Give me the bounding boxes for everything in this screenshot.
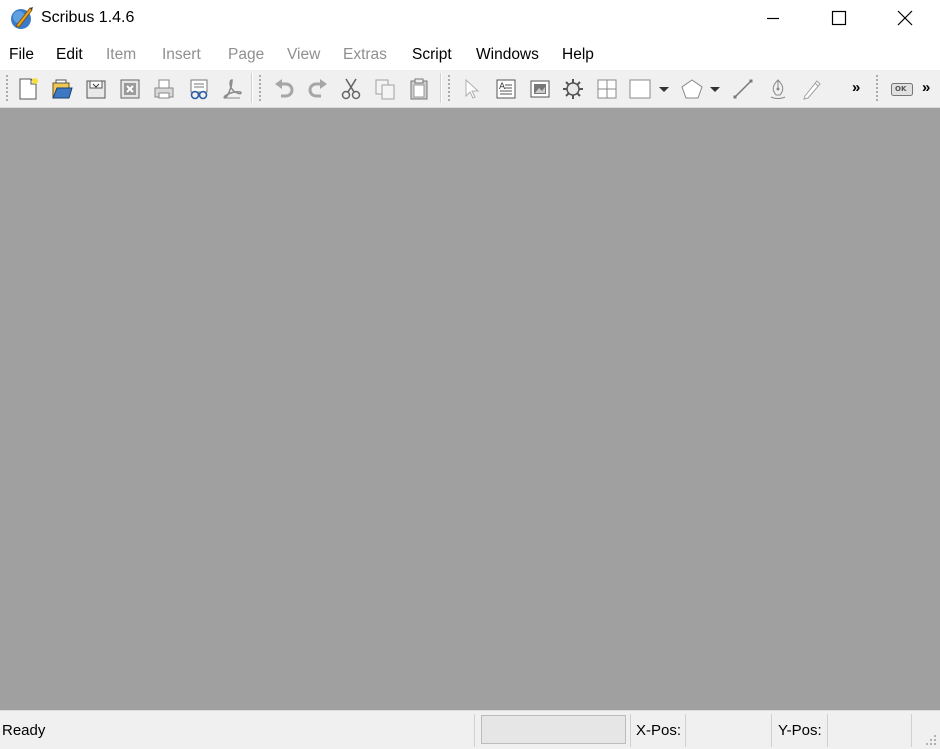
toolbar-grip[interactable]: [259, 74, 261, 102]
toolbar-grip[interactable]: [6, 74, 8, 102]
toolbar-separator: [440, 73, 442, 103]
status-separator: [474, 714, 475, 747]
y-pos-label: Y-Pos:: [778, 722, 822, 739]
toolbar-overflow-button[interactable]: »: [852, 79, 860, 96]
image-frame-icon[interactable]: [528, 77, 552, 101]
redo-icon[interactable]: [306, 77, 330, 101]
select-icon[interactable]: [460, 77, 484, 101]
menu-file[interactable]: File: [9, 46, 34, 64]
resize-grip-icon[interactable]: [925, 734, 937, 746]
save-icon[interactable]: [84, 77, 108, 101]
status-separator: [827, 714, 828, 747]
toolbar-overflow-button[interactable]: »: [922, 79, 930, 96]
status-separator: [771, 714, 772, 747]
main-toolbar: A » OK »: [0, 70, 940, 108]
paste-icon[interactable]: [407, 77, 431, 101]
undo-icon[interactable]: [272, 77, 296, 101]
toolbar-separator: [251, 73, 253, 103]
shape-dropdown-chevron-down-icon[interactable]: [656, 77, 672, 101]
minimize-icon: [767, 17, 779, 20]
maximize-icon: [831, 10, 847, 26]
preflight-verifier-icon[interactable]: [187, 77, 211, 101]
shape-icon[interactable]: [628, 77, 652, 101]
copy-icon[interactable]: [373, 77, 397, 101]
freehand-icon[interactable]: [800, 77, 824, 101]
ok-label: OK: [895, 85, 907, 93]
bezier-icon[interactable]: [766, 77, 790, 101]
polygon-icon[interactable]: [680, 77, 704, 101]
status-separator: [630, 714, 631, 747]
close-button[interactable]: [882, 0, 928, 36]
x-pos-label: X-Pos:: [636, 722, 682, 739]
maximize-button[interactable]: [816, 0, 862, 36]
status-separator: [911, 714, 912, 747]
print-icon[interactable]: [152, 77, 176, 101]
menu-help[interactable]: Help: [562, 46, 594, 64]
document-workspace[interactable]: [0, 108, 940, 710]
menu-windows[interactable]: Windows: [476, 46, 539, 64]
toolbar-grip[interactable]: [448, 74, 450, 102]
menu-edit[interactable]: Edit: [56, 46, 83, 64]
menu-insert[interactable]: Insert: [162, 46, 201, 64]
text-frame-icon[interactable]: A: [494, 77, 518, 101]
menu-extras[interactable]: Extras: [343, 46, 387, 64]
line-icon[interactable]: [731, 77, 755, 101]
open-icon[interactable]: [50, 77, 74, 101]
status-separator: [685, 714, 686, 747]
ok-icon[interactable]: OK: [890, 77, 914, 101]
minimize-button[interactable]: [750, 0, 796, 36]
menu-page[interactable]: Page: [228, 46, 264, 64]
polygon-dropdown-chevron-down-icon[interactable]: [707, 77, 723, 101]
new-document-icon[interactable]: [16, 77, 40, 101]
status-bar: Ready X-Pos: Y-Pos:: [0, 710, 940, 749]
window-title: Scribus 1.4.6: [41, 9, 135, 26]
menu-script[interactable]: Script: [412, 46, 452, 64]
close-icon: [897, 10, 913, 26]
save-as-pdf-icon[interactable]: [220, 77, 244, 101]
status-message: Ready: [2, 722, 46, 739]
progress-bar: [481, 715, 626, 744]
render-frame-icon[interactable]: [561, 77, 585, 101]
scribus-logo-icon: [10, 6, 34, 30]
close-document-icon[interactable]: [118, 77, 142, 101]
table-icon[interactable]: [595, 77, 619, 101]
menu-bar: File Edit Item Insert Page View Extras S…: [0, 40, 940, 68]
menu-view[interactable]: View: [287, 46, 320, 64]
toolbar-grip[interactable]: [876, 74, 878, 102]
title-bar: Scribus 1.4.6: [0, 0, 940, 36]
cut-icon[interactable]: [339, 77, 363, 101]
menu-item[interactable]: Item: [106, 46, 136, 64]
